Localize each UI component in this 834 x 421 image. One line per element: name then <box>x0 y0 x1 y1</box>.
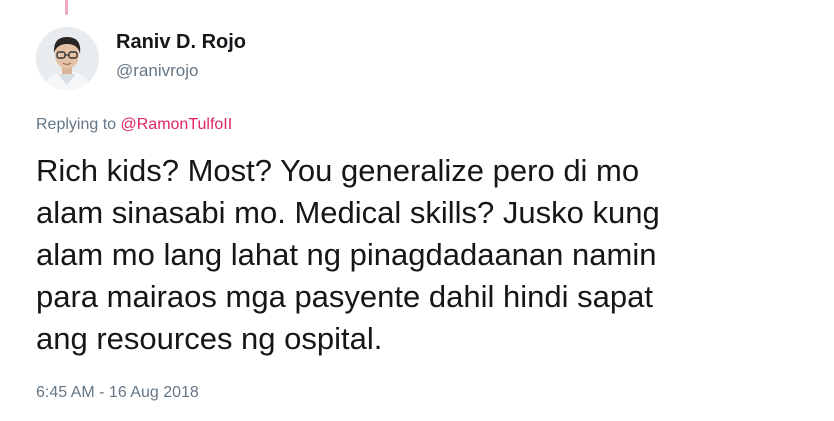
replying-to-label: Replying to <box>36 116 117 133</box>
profile-photo-icon <box>36 27 99 90</box>
thread-connector-line <box>65 0 68 15</box>
avatar[interactable] <box>36 27 99 90</box>
tweet-timestamp[interactable]: 6:45 AM - 16 Aug 2018 <box>36 384 199 402</box>
author-display-name[interactable]: Raniv D. Rojo <box>116 31 246 54</box>
tweet-text: Rich kids? Most? You generalize pero di … <box>36 153 660 356</box>
author-handle[interactable]: @ranivrojo <box>116 61 198 81</box>
replying-to-mention-link[interactable]: @RamonTulfoII <box>121 116 233 133</box>
replying-to-line: Replying to @RamonTulfoII <box>36 116 232 134</box>
